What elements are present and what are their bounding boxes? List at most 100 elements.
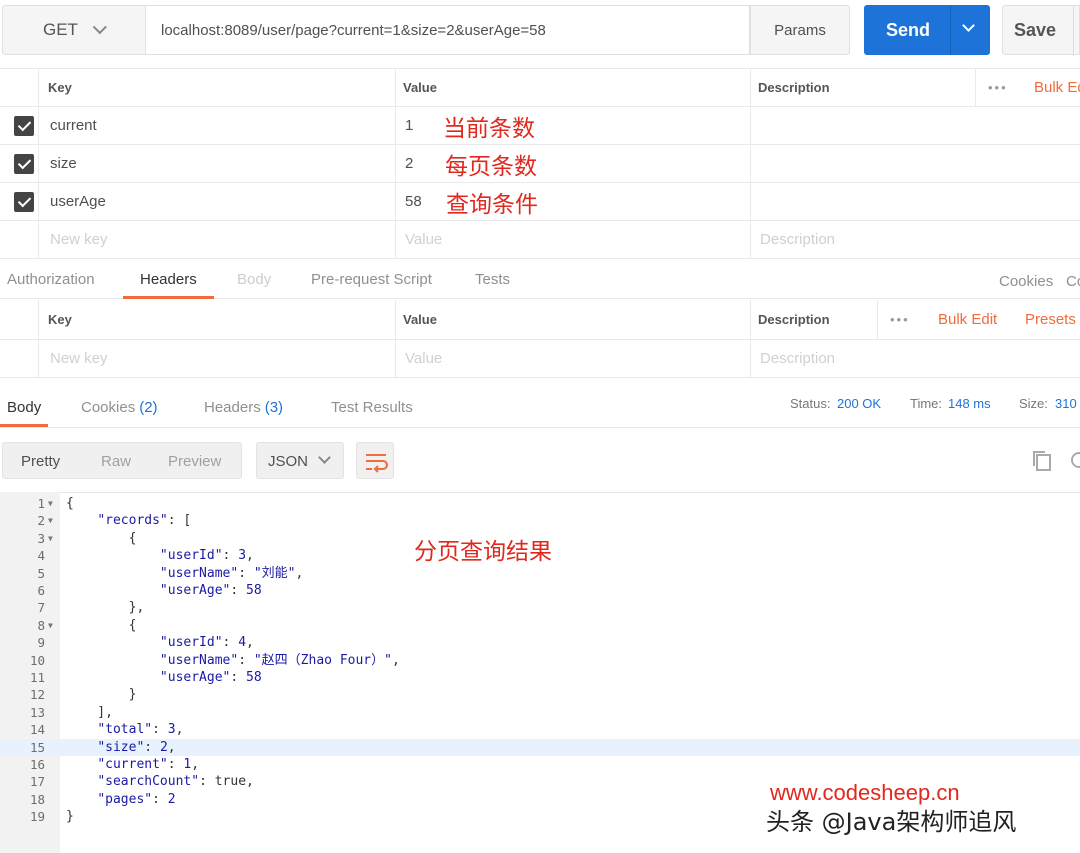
checkbox-icon[interactable] (14, 154, 34, 174)
new-value-input[interactable]: Value (405, 340, 442, 377)
url-input[interactable]: localhost:8089/user/page?current=1&size=… (146, 5, 750, 55)
code-text: { (66, 617, 137, 633)
format-label: JSON (268, 453, 309, 470)
code-text: }, (66, 600, 145, 616)
line-number: 13 (29, 704, 45, 720)
column-divider (395, 107, 396, 144)
result-annotation: 分页查询结果 (414, 539, 552, 565)
param-key[interactable]: current (50, 107, 97, 144)
param-value[interactable]: 2 (405, 145, 413, 182)
tab-test-results[interactable]: Test Results (331, 387, 413, 427)
column-divider (975, 69, 976, 106)
column-divider (38, 221, 39, 258)
code-line: 7 }, (0, 599, 1080, 616)
params-button[interactable]: Params (750, 5, 850, 55)
wrap-icon (366, 454, 388, 473)
method-select[interactable]: GET (2, 5, 146, 55)
tab-response-headers[interactable]: Headers (3) (204, 387, 283, 427)
save-label: Save (1014, 19, 1057, 40)
line-number: 9 (37, 635, 45, 651)
chevron-down-icon[interactable] (962, 19, 975, 32)
tab-body[interactable]: Body (237, 259, 271, 299)
time-value: 148 ms (948, 395, 991, 411)
param-key[interactable]: userAge (50, 183, 106, 220)
column-divider (38, 340, 39, 377)
view-preview[interactable]: Preview (168, 453, 221, 470)
bulk-edit-link[interactable]: Bulk Edit (938, 300, 997, 339)
format-select[interactable]: JSON (256, 442, 344, 479)
status-value: 200 OK (837, 395, 882, 411)
new-description-input[interactable]: Description (760, 340, 835, 377)
code-text: ], (66, 704, 113, 720)
line-number: 17 (29, 774, 45, 790)
checkbox-icon[interactable] (14, 192, 34, 212)
fold-toggle-icon[interactable]: ▼ (48, 617, 53, 634)
wrap-lines-button[interactable] (356, 442, 394, 479)
send-button[interactable]: Send (864, 5, 990, 55)
chevron-down-icon (92, 20, 107, 35)
bulk-edit-link[interactable]: Bulk Ed (1034, 69, 1080, 106)
more-icon[interactable]: ••• (890, 300, 910, 339)
line-number: 8 (37, 617, 45, 633)
new-key-input[interactable]: New key (50, 221, 108, 258)
fold-toggle-icon[interactable]: ▼ (48, 495, 53, 512)
column-divider (395, 183, 396, 220)
count-badge: (2) (139, 398, 158, 416)
tab-authorization[interactable]: Authorization (7, 259, 95, 299)
cookies-link[interactable]: Cookies (999, 261, 1053, 301)
code-text: } (66, 809, 74, 825)
view-pretty[interactable]: Pretty (21, 453, 60, 470)
more-icon[interactable]: ••• (988, 69, 1008, 106)
code-text: "size": 2, (97, 739, 176, 755)
new-key-input[interactable]: New key (50, 340, 108, 377)
column-divider (750, 107, 751, 144)
code-text: { (66, 530, 137, 546)
value-column-header: Value (403, 312, 437, 327)
column-divider (395, 221, 396, 258)
param-value[interactable]: 58 (405, 183, 422, 220)
headers-table-header: Key Value Description ••• Bulk Edit Pres… (0, 300, 1080, 340)
fold-toggle-icon[interactable]: ▼ (48, 530, 53, 547)
size-value: 310 (1055, 395, 1077, 411)
line-number: 6 (37, 583, 45, 598)
tab-response-body[interactable]: Body (0, 387, 49, 427)
size-label: Size: (1019, 395, 1048, 411)
save-button[interactable]: Save (1002, 5, 1080, 56)
description-column-header: Description (758, 312, 830, 327)
checkbox-icon[interactable] (14, 116, 34, 136)
time-label: Time: (910, 395, 943, 411)
count-badge: (3) (264, 398, 284, 416)
line-number: 12 (29, 687, 45, 703)
line-number: 11 (29, 670, 45, 685)
new-description-input[interactable]: Description (760, 221, 835, 258)
tab-response-cookies[interactable]: Cookies (2) (81, 387, 158, 427)
code-line: 11 "userAge": 58 (0, 669, 1080, 686)
column-divider (750, 183, 751, 220)
code-line: 2 ▼ "records": [ (0, 512, 1080, 529)
column-divider (38, 145, 39, 182)
request-bar: GET localhost:8089/user/page?current=1&s… (0, 0, 1080, 62)
fold-toggle-icon[interactable]: ▼ (48, 512, 53, 529)
column-divider (750, 300, 751, 339)
param-key[interactable]: size (50, 145, 77, 182)
new-value-input[interactable]: Value (405, 221, 442, 258)
param-row: userAge 58 查询条件 (0, 183, 1080, 221)
code-line: 10 "userName": "赵四（Zhao Four）", (0, 652, 1080, 669)
tab-tests[interactable]: Tests (475, 259, 510, 299)
code-text: "current": 1, (97, 757, 200, 772)
header-new-row: New key Value Description (0, 340, 1080, 378)
column-divider (395, 69, 396, 106)
column-divider (750, 145, 751, 182)
param-value[interactable]: 1 (405, 107, 413, 144)
method-label: GET (43, 20, 78, 39)
presets-link[interactable]: Presets (1025, 300, 1076, 339)
view-raw[interactable]: Raw (101, 453, 131, 470)
code-link[interactable]: Co (1066, 261, 1080, 301)
tab-headers[interactable]: Headers (123, 259, 214, 299)
code-text: "userName": "刘能", (159, 565, 304, 581)
code-text: "searchCount": true, (97, 774, 254, 790)
tab-pre-request-script[interactable]: Pre-request Script (311, 259, 432, 299)
copy-icon[interactable] (1030, 449, 1054, 477)
search-icon[interactable] (1066, 449, 1080, 477)
code-text: } (66, 687, 137, 703)
